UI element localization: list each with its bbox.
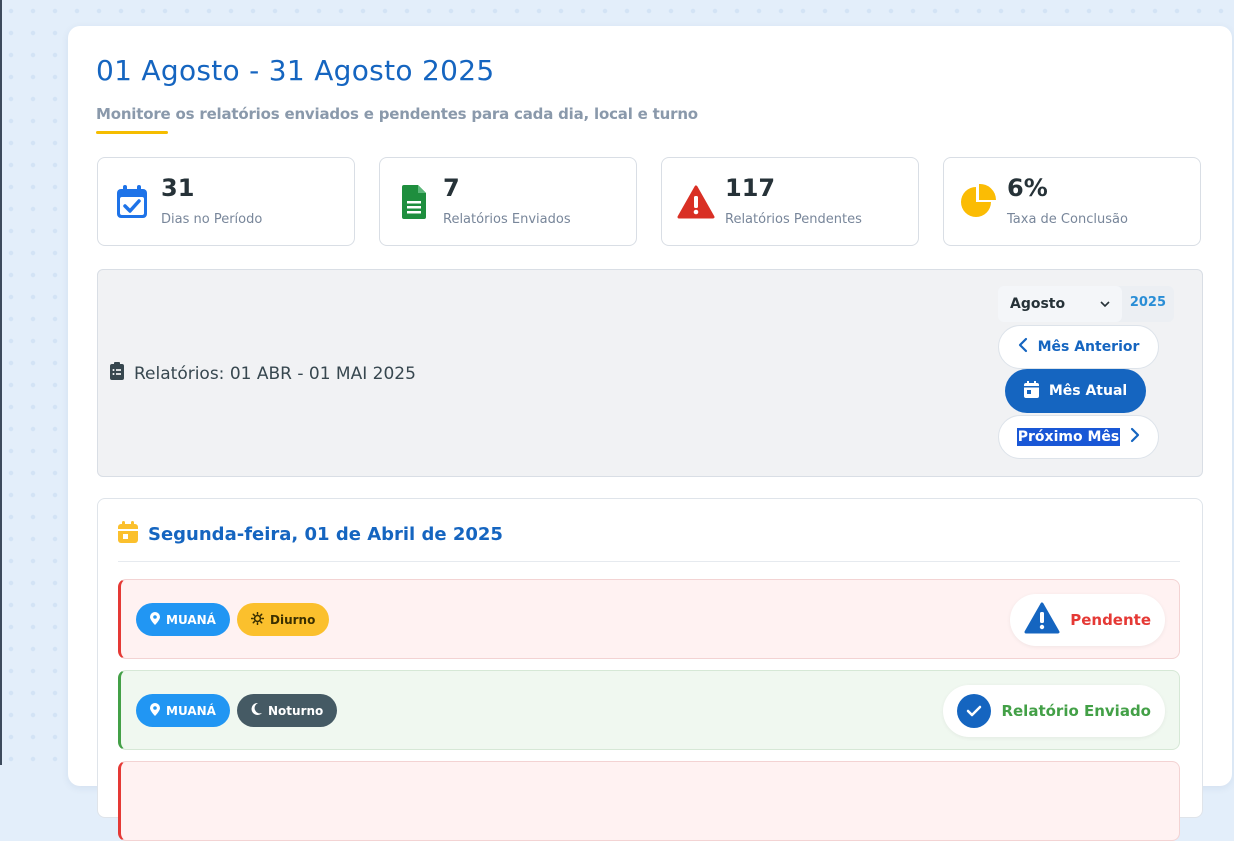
stat-value: 31 xyxy=(161,174,195,202)
chevron-right-icon xyxy=(1130,427,1140,447)
previous-month-label: Mês Anterior xyxy=(1037,339,1140,355)
report-range-label: Relatórios: 01 ABR - 01 MAI 2025 xyxy=(110,362,416,385)
stat-card-completion: 6% Taxa de Conclusão xyxy=(943,157,1201,246)
subtitle-underline xyxy=(96,131,168,134)
calendar-check-icon xyxy=(112,182,152,222)
map-pin-icon xyxy=(150,702,160,719)
divider xyxy=(118,561,1180,562)
pie-chart-icon xyxy=(958,182,998,222)
day-title: Segunda-feira, 01 de Abril de 2025 xyxy=(148,524,503,545)
location-badge: MUANÁ xyxy=(136,694,230,727)
stat-label: Relatórios Pendentes xyxy=(725,212,862,227)
shift-row-partial xyxy=(118,761,1180,841)
stat-label: Taxa de Conclusão xyxy=(1007,212,1128,227)
stat-label: Dias no Período xyxy=(161,212,263,227)
chevron-left-icon xyxy=(1018,337,1028,357)
filter-panel: Relatórios: 01 ABR - 01 MAI 2025 Agosto … xyxy=(97,269,1203,477)
shift-badge-day: Diurno xyxy=(237,603,330,636)
sun-icon xyxy=(250,611,265,628)
current-month-label: Mês Atual xyxy=(1048,383,1128,399)
next-month-button[interactable]: Próximo Mês xyxy=(998,415,1159,459)
location-label: MUANÁ xyxy=(166,703,216,718)
chevron-down-icon xyxy=(1100,296,1110,312)
calendar-day-icon xyxy=(1023,380,1039,402)
status-label: Relatório Enviado xyxy=(1001,702,1151,720)
page-title: 01 Agosto - 31 Agosto 2025 xyxy=(96,54,495,87)
shift-row-sent: MUANÁ Noturno Relatório Enviado xyxy=(118,670,1180,750)
map-pin-icon xyxy=(150,611,160,628)
clipboard-list-icon xyxy=(110,362,124,385)
status-sent: Relatório Enviado xyxy=(943,685,1165,737)
check-circle-icon xyxy=(957,694,992,728)
stat-label: Relatórios Enviados xyxy=(443,212,571,227)
page-subtitle: Monitore os relatórios enviados e penden… xyxy=(96,105,698,123)
warning-triangle-icon xyxy=(1024,602,1060,638)
stat-value: 6% xyxy=(1007,174,1048,202)
shift-row-pending: MUANÁ Diurno Pendente xyxy=(118,579,1180,659)
shift-badge-night: Noturno xyxy=(237,694,338,727)
stat-value: 7 xyxy=(443,174,460,202)
period-selector: Agosto 2025 xyxy=(998,286,1174,322)
shift-label: Noturno xyxy=(268,703,324,718)
file-spreadsheet-icon xyxy=(394,182,434,222)
location-label: MUANÁ xyxy=(166,612,216,627)
warning-triangle-icon xyxy=(676,182,716,222)
month-select-value: Agosto xyxy=(1010,296,1066,312)
stat-card-sent: 7 Relatórios Enviados xyxy=(379,157,637,246)
year-input[interactable]: 2025 xyxy=(1130,295,1166,310)
previous-month-button[interactable]: Mês Anterior xyxy=(998,325,1159,369)
shift-label: Diurno xyxy=(270,612,316,627)
stat-card-days: 31 Dias no Período xyxy=(97,157,355,246)
main-card: 01 Agosto - 31 Agosto 2025 Monitore os r… xyxy=(68,26,1232,841)
moon-icon xyxy=(251,702,262,718)
calendar-icon xyxy=(118,521,138,548)
status-label: Pendente xyxy=(1070,611,1151,629)
status-pending: Pendente xyxy=(1010,594,1165,646)
day-header: Segunda-feira, 01 de Abril de 2025 xyxy=(118,521,503,548)
location-badge: MUANÁ xyxy=(136,603,230,636)
month-select[interactable]: Agosto xyxy=(998,286,1122,322)
next-month-label: Próximo Mês xyxy=(1016,428,1121,446)
window-edge xyxy=(0,0,2,765)
stat-card-pending: 117 Relatórios Pendentes xyxy=(661,157,919,246)
stat-value: 117 xyxy=(725,174,776,202)
report-range-text: Relatórios: 01 ABR - 01 MAI 2025 xyxy=(134,363,416,384)
day-card: Segunda-feira, 01 de Abril de 2025 MUANÁ xyxy=(97,498,1203,841)
current-month-button[interactable]: Mês Atual xyxy=(1005,369,1146,413)
